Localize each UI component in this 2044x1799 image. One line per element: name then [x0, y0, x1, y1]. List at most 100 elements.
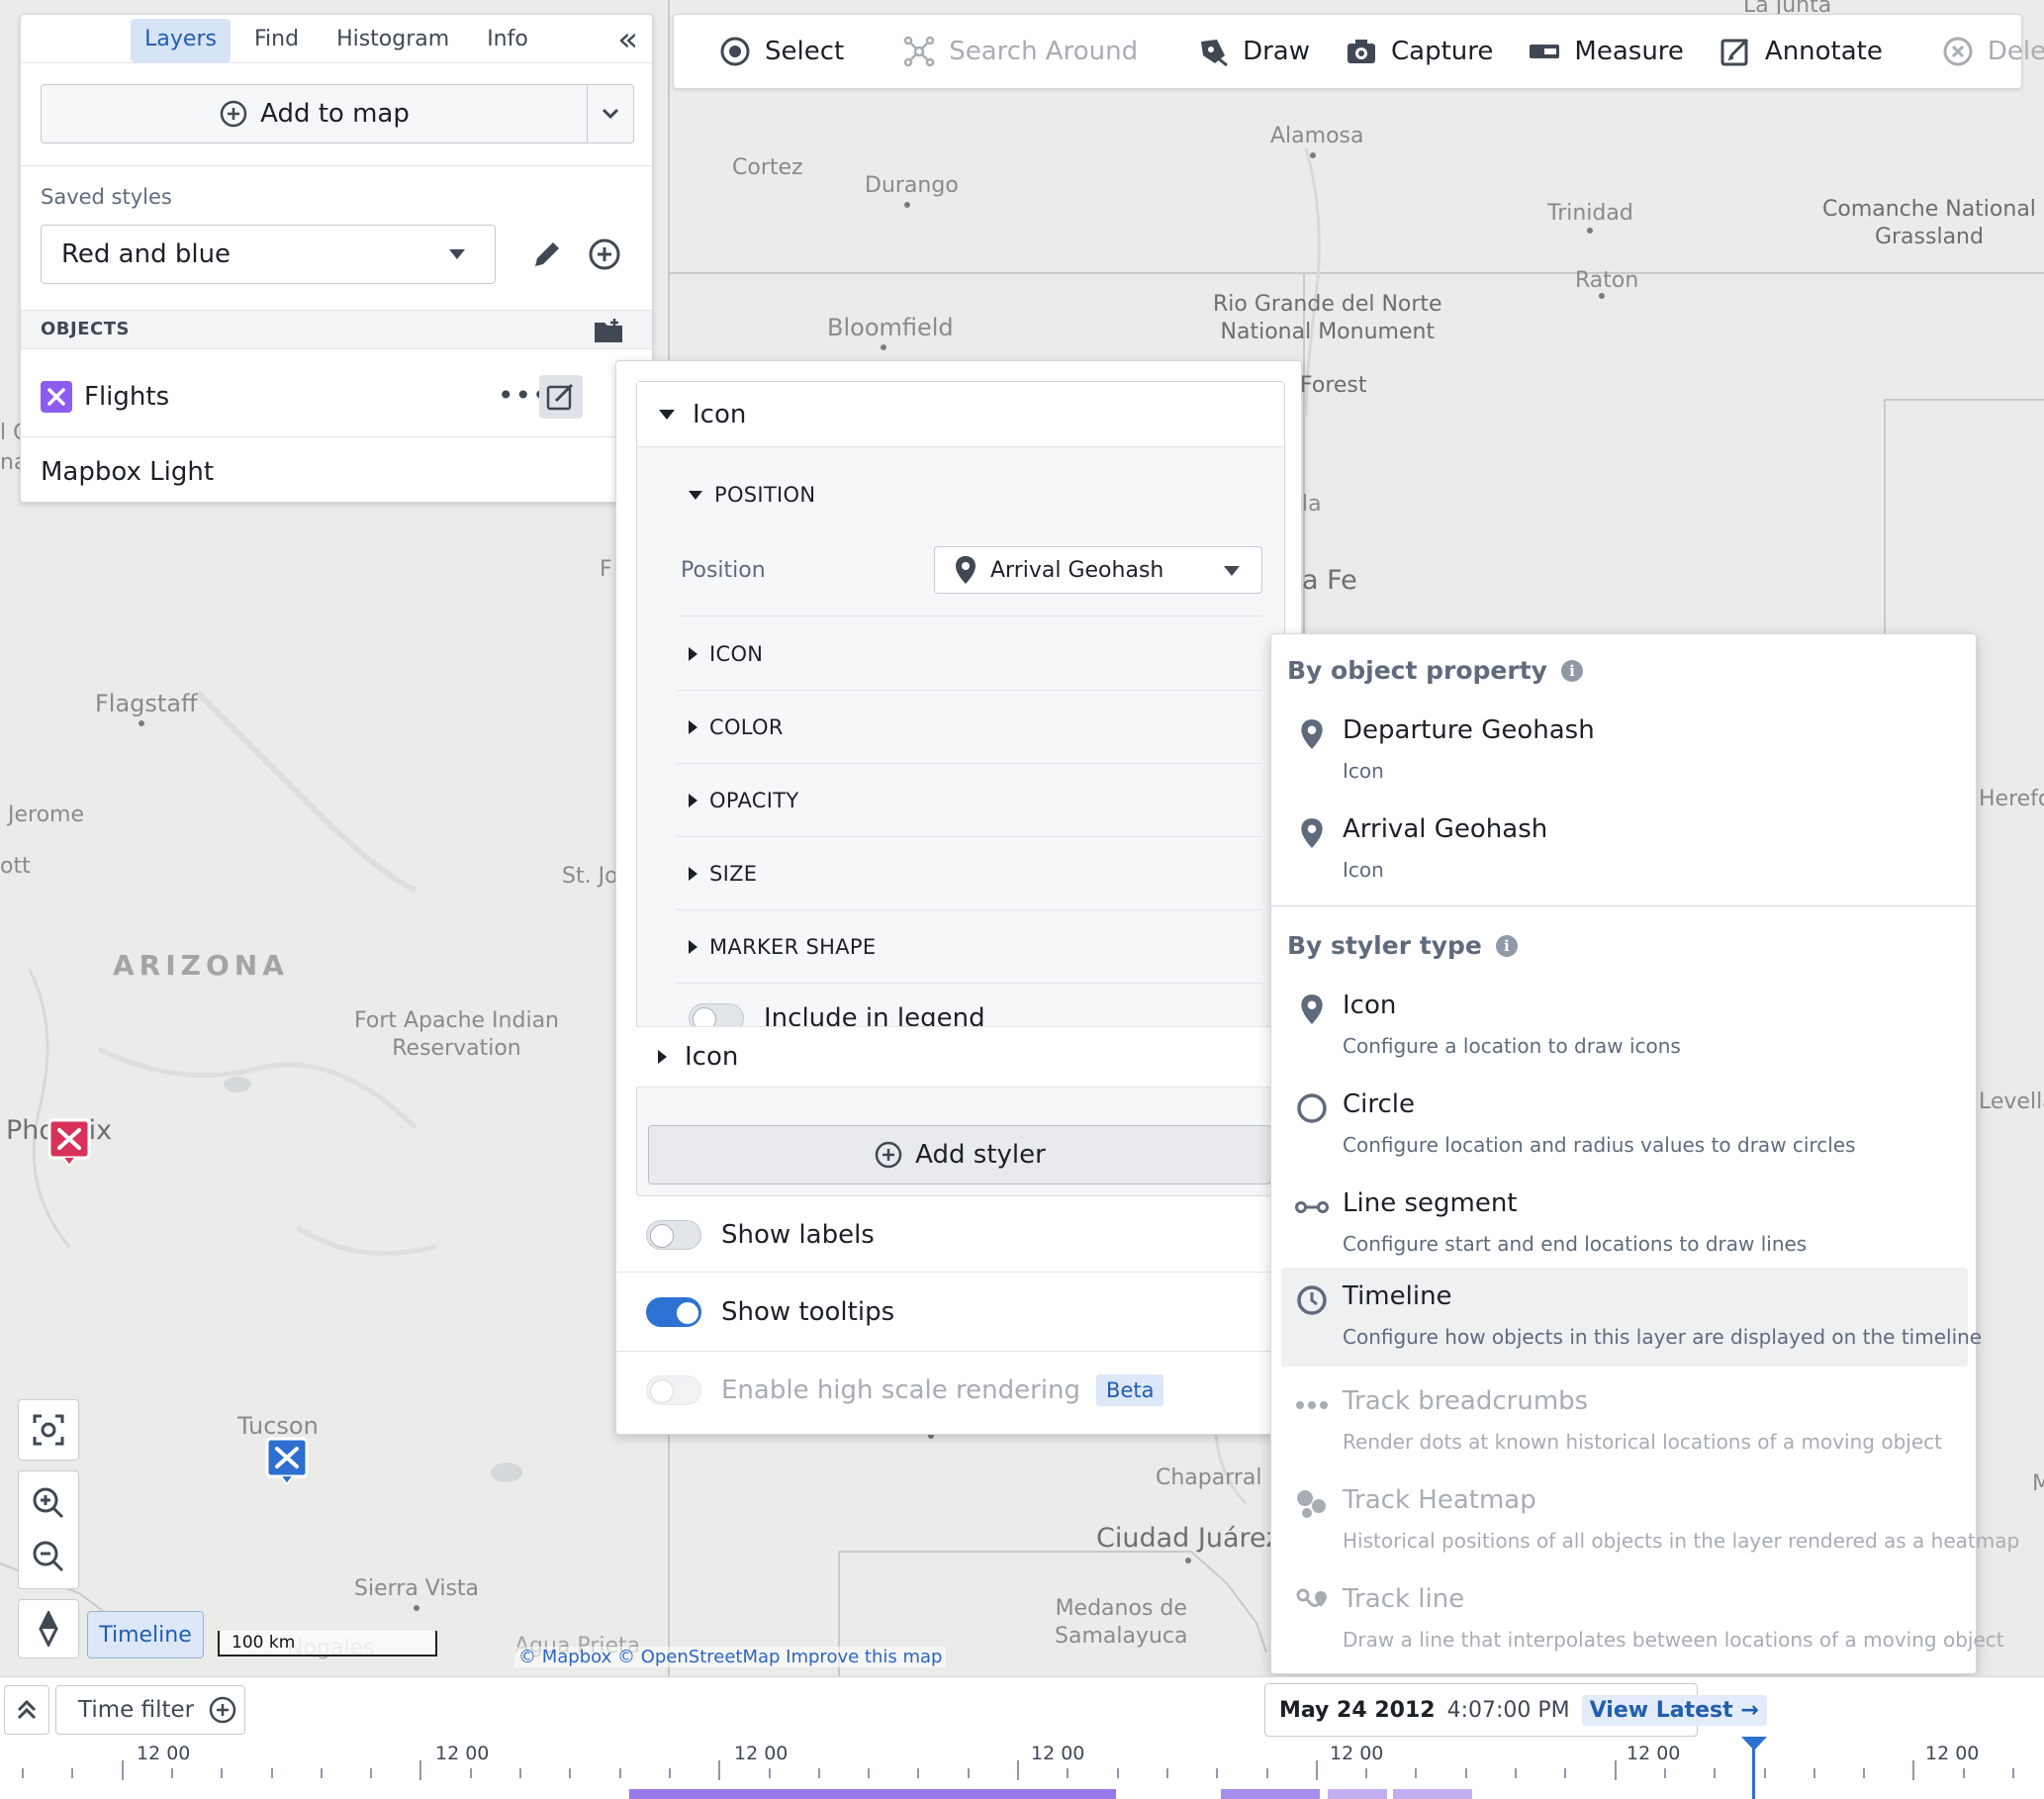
delete-button[interactable]: Delete [1924, 36, 2044, 67]
beta-tag: Beta [1096, 1374, 1164, 1406]
search-around-label: Search Around [949, 37, 1139, 66]
timeline-tick [769, 1768, 771, 1778]
capture-label: Capture [1391, 37, 1494, 66]
folder-add-icon[interactable] [593, 317, 624, 344]
caret-right-icon [689, 719, 697, 734]
place-alamosa: Alamosa [1270, 124, 1364, 148]
timeline-tick [917, 1768, 919, 1778]
place-levelland: Levellar [1979, 1089, 2044, 1114]
divider [21, 62, 652, 63]
place-jerome: Jerome [8, 803, 85, 827]
layer-row-basemap[interactable]: Mapbox Light [21, 440, 652, 504]
time-filter-label: Time filter [78, 1697, 195, 1723]
add-style-icon[interactable] [587, 237, 622, 272]
timeline-bar: Time filter May 24 2012 4:07:00 PM View … [0, 1676, 2044, 1799]
tab-info[interactable]: Info [473, 19, 542, 62]
airplane-icon [41, 381, 72, 413]
measure-button[interactable]: Measure [1511, 36, 1702, 67]
caret-down-icon [449, 249, 465, 259]
timeline-tick [1266, 1768, 1268, 1778]
view-latest-button[interactable]: View Latest → [1581, 1694, 1767, 1726]
compass-icon [39, 1611, 58, 1647]
timeline-button[interactable]: Timeline [87, 1611, 204, 1658]
menu-item-track-heatmap[interactable]: Track Heatmap Historical positions of al… [1281, 1471, 2019, 1570]
search-around-button[interactable]: Search Around [885, 36, 1156, 67]
flight-marker-red[interactable] [47, 1118, 91, 1168]
zoom-controls [18, 1470, 79, 1589]
tick-label: 12 00 [435, 1743, 490, 1764]
expand-timeline-button[interactable] [4, 1685, 49, 1735]
timeline-tick [271, 1768, 273, 1778]
section-label: COLOR [709, 714, 784, 739]
menu-item-circle[interactable]: Circle Configure location and radius val… [1281, 1076, 1968, 1175]
layer-row-flights[interactable]: Flights ••• [21, 357, 652, 436]
saved-style-select[interactable]: Red and blue [41, 225, 496, 284]
show-labels-switch[interactable] [646, 1220, 701, 1250]
menu-item-line-segment[interactable]: Line segment Configure start and end loc… [1281, 1175, 1968, 1274]
city-dot [139, 720, 144, 726]
map-pin-icon [1295, 717, 1329, 751]
place-comanche: Comanche National Grassland [1822, 197, 2036, 249]
camera-icon [1347, 40, 1376, 63]
section-marker-shape[interactable]: MARKER SHAPE [677, 910, 1262, 984]
caret-right-icon [658, 1050, 667, 1064]
tab-find[interactable]: Find [240, 19, 313, 62]
menu-item-departure-geohash[interactable]: Departure Geohash Icon [1281, 702, 1968, 801]
icon-styler-header[interactable]: Icon [637, 382, 1284, 447]
capture-button[interactable]: Capture [1328, 36, 1511, 67]
pencil-icon[interactable] [529, 238, 563, 272]
caret-down-icon [689, 490, 702, 500]
section-size[interactable]: SIZE [677, 837, 1262, 910]
menu-item-timeline[interactable]: Timeline Configure how objects in this l… [1281, 1268, 1982, 1367]
menu-item-arrival-geohash[interactable]: Arrival Geohash Icon [1281, 801, 1968, 900]
menu-item-title: Line segment [1343, 1188, 1518, 1218]
collapse-panel-icon[interactable]: « [617, 23, 638, 56]
zoom-out-icon[interactable] [32, 1540, 65, 1573]
menu-item-track-line[interactable]: Track line Draw a line that interpolates… [1281, 1570, 2004, 1669]
info-icon[interactable]: i [1560, 659, 1583, 682]
flight-marker-blue[interactable] [265, 1437, 309, 1486]
section-icon[interactable]: ICON [677, 617, 1262, 691]
icon-styler-2-header[interactable]: Icon [636, 1026, 1285, 1088]
position-section-toggle[interactable]: POSITION [677, 467, 1262, 522]
layer-styler-popover: Icon POSITION Position Arrival Geohash I… [615, 360, 1303, 1435]
add-to-map-dropdown[interactable] [588, 85, 633, 142]
high-scale-switch[interactable] [646, 1375, 701, 1405]
zoom-in-icon[interactable] [32, 1486, 65, 1520]
select-button[interactable]: Select [701, 36, 862, 67]
timeline-tick [1465, 1768, 1467, 1778]
caret-right-icon [689, 646, 697, 661]
circle-icon [1295, 1091, 1329, 1125]
show-tooltips-switch[interactable] [646, 1297, 701, 1327]
compass-button[interactable] [18, 1599, 79, 1658]
add-styler-button[interactable]: Add styler [648, 1125, 1271, 1184]
section-color[interactable]: COLOR [677, 691, 1262, 764]
place-sierra-vista: Sierra Vista [354, 1576, 480, 1601]
section-label: ICON [709, 641, 764, 666]
info-icon[interactable]: i [1495, 934, 1518, 957]
menu-item-title: Track Heatmap [1343, 1485, 1536, 1515]
city-dot [1185, 1558, 1191, 1563]
caret-right-icon [689, 939, 697, 954]
tick-label: 12 00 [137, 1743, 191, 1764]
menu-item-track-breadcrumbs[interactable]: Track breadcrumbs Render dots at known h… [1281, 1373, 1968, 1471]
city-dot [904, 202, 910, 208]
tab-histogram[interactable]: Histogram [323, 19, 463, 62]
menu-item-title: Icon [1343, 991, 1397, 1020]
add-to-map-button[interactable]: Add to map [42, 85, 588, 142]
timeline-tick [1664, 1768, 1666, 1778]
section-opacity[interactable]: OPACITY [677, 764, 1262, 837]
time-filter-button[interactable]: Time filter [55, 1685, 245, 1735]
timeline-tick [71, 1768, 73, 1778]
fit-bounds-button[interactable] [18, 1399, 79, 1461]
map-attribution[interactable]: © Mapbox © OpenStreetMap Improve this ma… [514, 1647, 947, 1667]
add-styler-label: Add styler [915, 1140, 1046, 1170]
timeline-tick [419, 1760, 421, 1780]
menu-item-icon[interactable]: Icon Configure a location to draw icons [1281, 977, 1968, 1076]
annotate-button[interactable]: Annotate [1702, 36, 1901, 67]
edit-layer-button[interactable] [539, 375, 583, 419]
tab-layers[interactable]: Layers [131, 19, 231, 62]
add-circle-icon [875, 1141, 902, 1169]
draw-button[interactable]: Draw [1179, 36, 1328, 67]
position-select[interactable]: Arrival Geohash [934, 546, 1262, 594]
